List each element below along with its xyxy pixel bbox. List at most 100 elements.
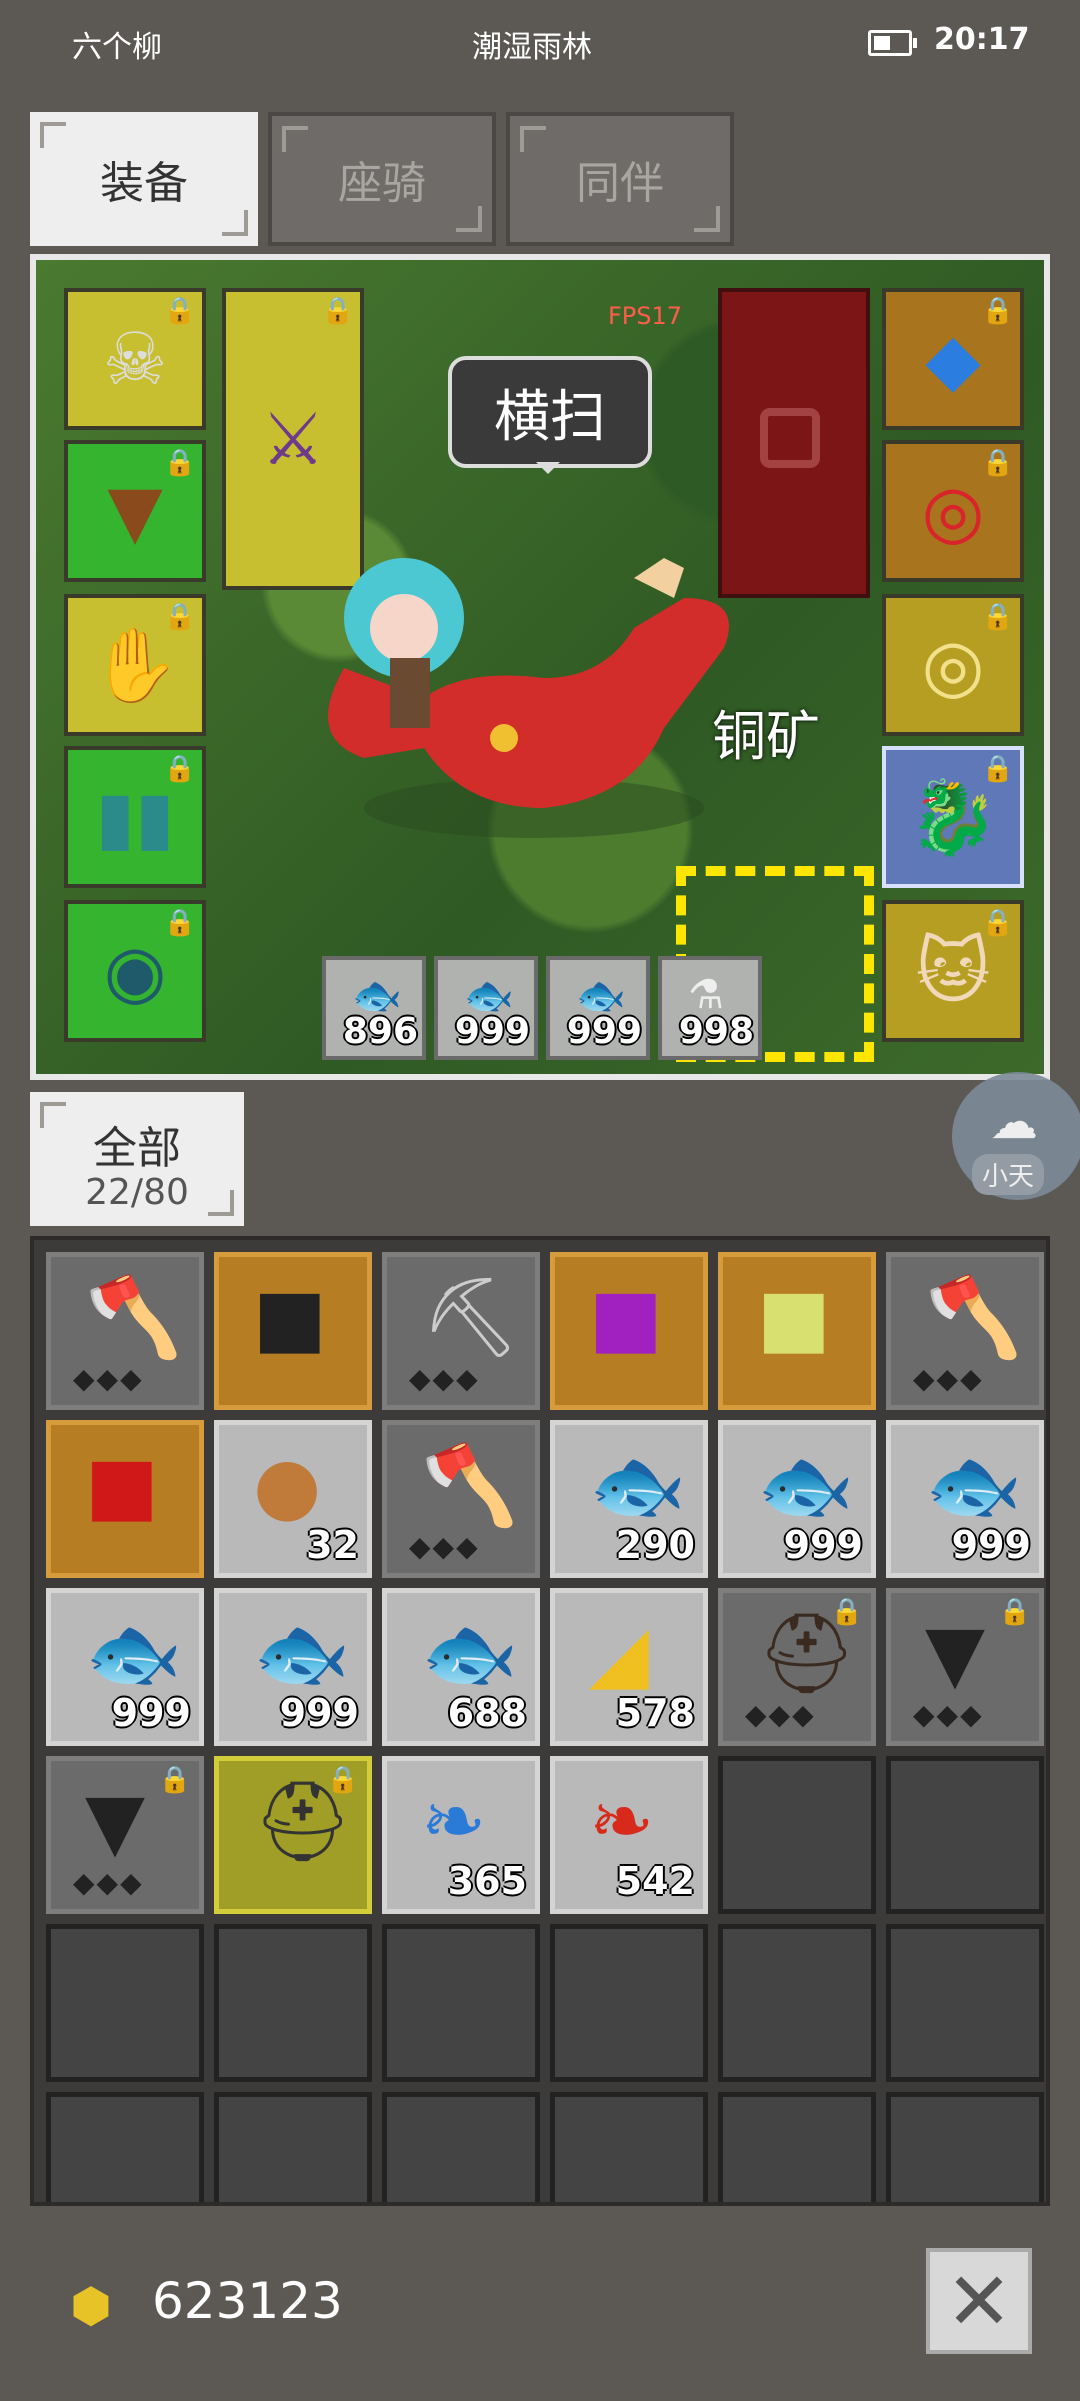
ring-slot-1[interactable]: ◎ 🔒: [882, 440, 1024, 582]
empty-slot[interactable]: [718, 1756, 876, 1914]
lock-icon: 🔒: [830, 1597, 863, 1627]
skill-bubble: 横扫: [448, 356, 652, 474]
inventory-slot[interactable]: ▼ 🔒 ◆◆◆: [886, 1588, 1044, 1746]
empty-slot[interactable]: [214, 2092, 372, 2202]
mount-slot[interactable]: 🐉 🔒: [882, 746, 1024, 888]
helmet-slot[interactable]: ☠ 🔒: [64, 288, 206, 430]
inventory-slot[interactable]: ❧ 542: [550, 1756, 708, 1914]
quick-slot[interactable]: 🐟 896: [322, 956, 426, 1060]
armor-slot[interactable]: ▼ 🔒: [64, 440, 206, 582]
empty-slot[interactable]: [214, 1924, 372, 2082]
fish-icon: 🐟: [925, 1441, 1023, 1531]
item-count: 365: [447, 1859, 527, 1903]
inventory-slot[interactable]: ■: [46, 1420, 204, 1578]
tab-mount[interactable]: 座骑: [268, 112, 496, 246]
lock-icon: 🔒: [163, 754, 196, 784]
amulet-slot[interactable]: ◆ 🔒: [882, 288, 1024, 430]
inventory-slot[interactable]: ■: [550, 1252, 708, 1410]
inventory-slot[interactable]: ■: [718, 1252, 876, 1410]
empty-slot[interactable]: [886, 1924, 1044, 2082]
assistant-bubble[interactable]: ☁ 小天: [952, 1072, 1080, 1200]
inventory-slot[interactable]: 🐟 999: [886, 1420, 1044, 1578]
ore-icon: ●: [253, 1441, 322, 1531]
empty-slot[interactable]: [550, 2092, 708, 2202]
quick-slot[interactable]: ⚗ 998: [658, 956, 762, 1060]
item-count: 542: [615, 1859, 695, 1903]
ring-slot-2[interactable]: ◎ 🔒: [882, 594, 1024, 736]
pet-slot[interactable]: 🐱 🔒: [882, 900, 1024, 1042]
tab-companion[interactable]: 同伴: [506, 112, 734, 246]
lock-icon: 🔒: [981, 296, 1014, 326]
gauntlet-icon: ✋: [90, 622, 180, 707]
cheese-icon: ◢: [589, 1609, 649, 1699]
tab-companion-label: 同伴: [576, 158, 664, 209]
quick-slot[interactable]: 🐟 999: [546, 956, 650, 1060]
inventory-slot[interactable]: ⛑ 🔒: [214, 1756, 372, 1914]
item-count: 999: [951, 1523, 1031, 1567]
quick-slot-count: 999: [566, 1011, 642, 1052]
inventory-slot[interactable]: 🐟 290: [550, 1420, 708, 1578]
inventory-slot[interactable]: 🪓 ◆◆◆: [886, 1252, 1044, 1410]
inventory-slot[interactable]: ❧ 365: [382, 1756, 540, 1914]
item-count: 999: [279, 1691, 359, 1735]
red-feather-icon: ❧: [589, 1777, 655, 1867]
lock-icon: 🔒: [326, 1765, 359, 1795]
inventory-slot[interactable]: 🐟 999: [46, 1588, 204, 1746]
item-count: 578: [615, 1691, 695, 1735]
empty-gem-sockets: ◆◆◆: [745, 1698, 816, 1731]
fish-icon: 🐟: [589, 1441, 687, 1531]
lock-icon: 🔒: [163, 448, 196, 478]
inventory-grid[interactable]: 🪓 ◆◆◆ ■ ⛏ ◆◆◆ ■ ■ 🪓 ◆◆◆ ■ ● 32 🪓 ◆◆◆ 🐟 290 🐟 99…: [30, 1236, 1050, 2206]
gloves-slot[interactable]: ✋ 🔒: [64, 594, 206, 736]
empty-slot[interactable]: [46, 2092, 204, 2202]
empty-slot[interactable]: [382, 1924, 540, 2082]
lock-icon: 🔒: [981, 754, 1014, 784]
empty-slot[interactable]: [718, 2092, 876, 2202]
lock-icon: 🔒: [321, 296, 354, 326]
belt-slot[interactable]: ◉ 🔒: [64, 900, 206, 1042]
axe-icon: 🪓: [925, 1273, 1023, 1363]
inventory-slot[interactable]: 🐟 999: [214, 1588, 372, 1746]
tab-equipment-label: 装备: [100, 158, 188, 209]
boots-slot[interactable]: ▮▮ 🔒: [64, 746, 206, 888]
category-tab[interactable]: 全部 22/80: [30, 1092, 244, 1226]
item-count: 999: [783, 1523, 863, 1567]
game-view[interactable]: ☠ 🔒 ▼ 🔒 ✋ 🔒 ▮▮ 🔒 ◉ 🔒 ⚔ 🔒 FPS17 横扫 铜矿 🐟 896 🐟 999…: [30, 254, 1050, 1080]
inventory-slot[interactable]: ▼ 🔒 ◆◆◆: [46, 1756, 204, 1914]
empty-gem-sockets: ◆◆◆: [409, 1362, 480, 1395]
fish-icon: 🐟: [421, 1609, 519, 1699]
empty-slot[interactable]: [886, 2092, 1044, 2202]
inventory-slot[interactable]: ● 32: [214, 1420, 372, 1578]
empty-slot[interactable]: [382, 2092, 540, 2202]
empty-gem-sockets: ◆◆◆: [409, 1530, 480, 1563]
gold-ring-icon: ◎: [921, 623, 985, 707]
item-count: 688: [447, 1691, 527, 1735]
fish-icon: 🐟: [757, 1441, 855, 1531]
lock-icon: 🔒: [981, 602, 1014, 632]
inventory-slot[interactable]: ◢ 578: [550, 1588, 708, 1746]
empty-slot[interactable]: [46, 1924, 204, 2082]
gold-amount: 623123: [152, 2272, 343, 2330]
quick-slot-count: 999: [454, 1011, 530, 1052]
empty-slot[interactable]: [550, 1924, 708, 2082]
inventory-slot[interactable]: 🐟 999: [718, 1420, 876, 1578]
battery-icon: [868, 30, 917, 56]
inventory-slot[interactable]: ⛏ ◆◆◆: [382, 1252, 540, 1410]
inventory-slot[interactable]: 🪓 ◆◆◆: [46, 1252, 204, 1410]
tab-equipment[interactable]: 装备: [30, 112, 258, 246]
empty-slot[interactable]: [886, 1756, 1044, 1914]
empty-slot[interactable]: [718, 1924, 876, 2082]
dark-armor-icon: ▼: [925, 1609, 985, 1699]
item-count: 290: [615, 1523, 695, 1567]
black-gem-icon: ■: [253, 1273, 327, 1363]
axe-icon: 🪓: [85, 1273, 183, 1363]
inventory-slot[interactable]: 🐟 688: [382, 1588, 540, 1746]
close-icon: ✕: [945, 2254, 1013, 2348]
close-button[interactable]: ✕: [926, 2248, 1032, 2354]
inventory-slot[interactable]: ■: [214, 1252, 372, 1410]
item-count: 32: [306, 1523, 359, 1567]
inventory-slot[interactable]: 🪓 ◆◆◆: [382, 1420, 540, 1578]
quick-slot[interactable]: 🐟 999: [434, 956, 538, 1060]
inventory-slot[interactable]: ⛑ 🔒 ◆◆◆: [718, 1588, 876, 1746]
empty-gem-sockets: ◆◆◆: [913, 1362, 984, 1395]
